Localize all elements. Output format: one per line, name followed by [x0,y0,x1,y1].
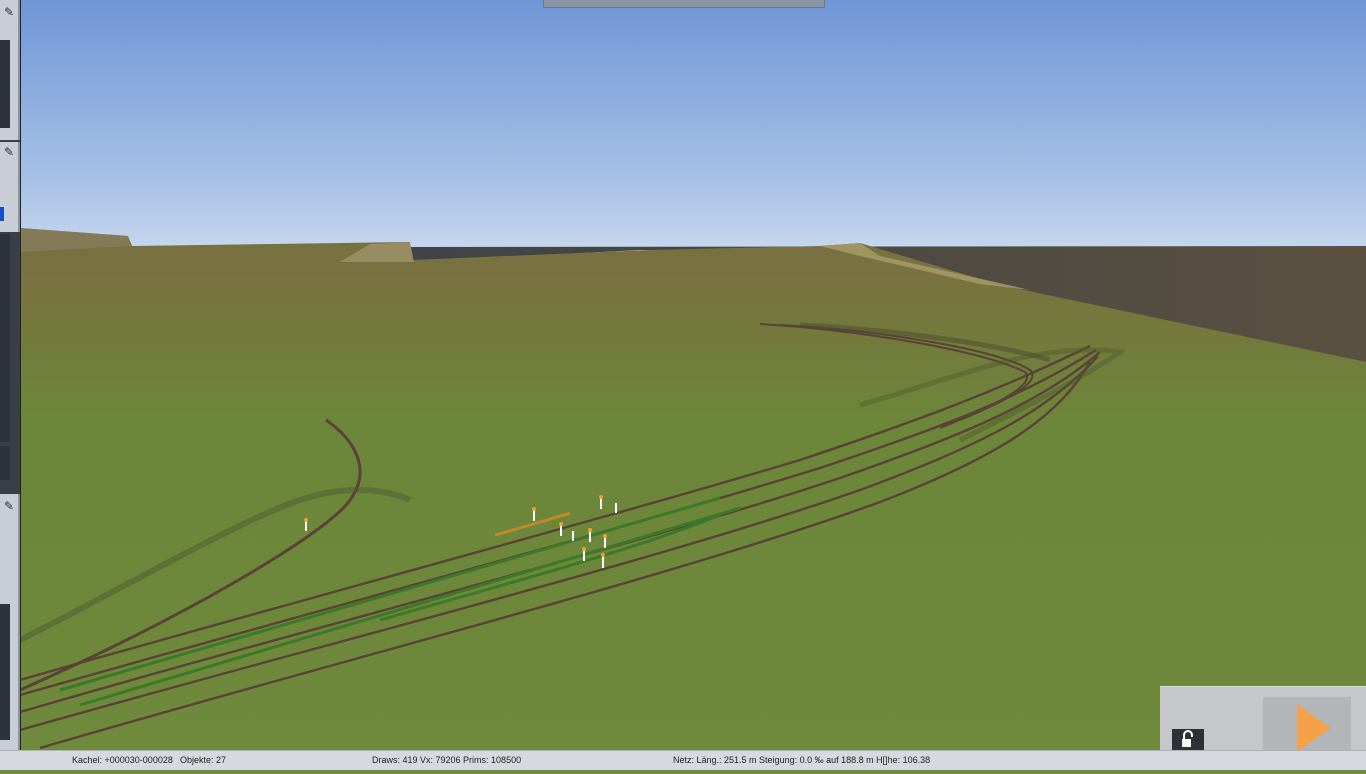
left-panel-1[interactable]: ✎ [0,0,20,140]
tile-readout: Kachel: +000030-000028 [72,755,173,765]
render-stats: Draws: 419 Vx: 79206 Prims: 108500 [372,755,522,765]
active-indicator [0,207,4,221]
panel-slot [0,446,10,480]
3d-viewport[interactable] [0,0,1366,769]
pin-icon[interactable]: ✎ [1,4,17,20]
left-panel-3[interactable]: ✎ [0,494,20,750]
top-panel-handle[interactable] [543,0,825,8]
status-bar: Kachel: +000030-000028 Objekte: 27 Draws… [0,750,1366,770]
lock-button[interactable] [1172,729,1204,751]
scene-graphic [0,0,1366,769]
unlock-icon [1182,730,1193,747]
network-info: Netz: Läng.: 251.5 m Steigung: 0.0 ‰ auf… [673,755,931,765]
left-toolbar-rail: ✎ ✎ ✎ [0,0,21,750]
panel-slot [0,40,10,128]
pin-icon[interactable]: ✎ [1,144,17,160]
panel-slot [0,234,10,442]
play-icon [1297,704,1331,752]
object-count: Objekte: 27 [180,755,227,765]
play-button[interactable] [1263,697,1351,753]
sky [0,0,1366,260]
pin-icon[interactable]: ✎ [1,498,17,514]
panel-slot [0,604,10,740]
